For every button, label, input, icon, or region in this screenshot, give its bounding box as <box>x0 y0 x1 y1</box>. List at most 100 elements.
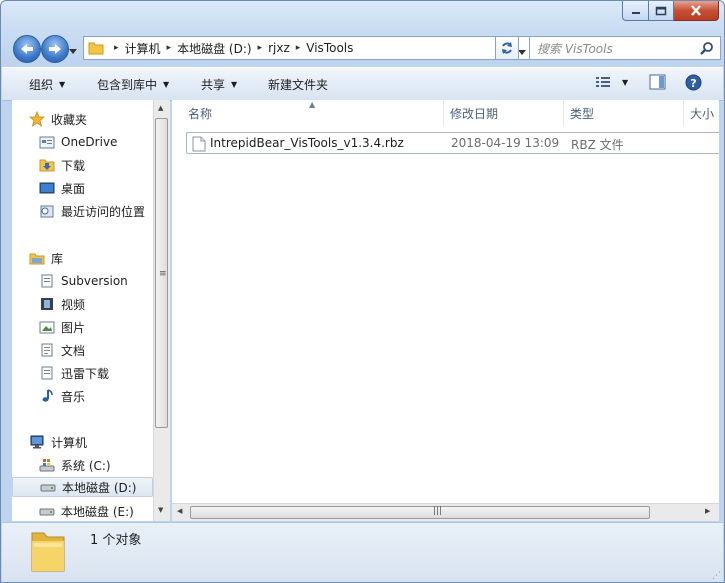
maximize-icon <box>655 6 667 15</box>
scroll-right-icon[interactable]: ▶ <box>705 507 710 515</box>
details-pane: 1 个对象 ⋰ <box>2 522 723 582</box>
system-drive-icon <box>39 457 55 473</box>
nav-item-pictures[interactable]: 图片 <box>39 317 153 337</box>
column-header-name[interactable]: 名称 <box>182 100 444 126</box>
change-view-button[interactable]: ▼ <box>595 75 628 89</box>
forward-button[interactable] <box>41 35 69 63</box>
nav-item-desktop[interactable]: 桌面 <box>39 178 153 198</box>
nav-item-drive-c[interactable]: 系统 (C:) <box>39 455 153 475</box>
search-icon[interactable] <box>700 41 714 55</box>
explorer-window: ▸ 计算机 ▸ 本地磁盘 (D:) ▸ rjxz ▸ VisTools 搜索 V… <box>0 0 725 583</box>
nav-item-label: 最近访问的位置 <box>61 204 146 219</box>
nav-item-music[interactable]: 音乐 <box>39 386 153 406</box>
breadcrumb-item-computer[interactable]: 计算机 <box>125 40 161 57</box>
column-header-label: 修改日期 <box>450 106 499 121</box>
maximize-button[interactable] <box>649 1 674 21</box>
back-button[interactable] <box>13 35 41 63</box>
file-type: RBZ 文件 <box>571 138 624 152</box>
column-header-type[interactable]: 类型 <box>564 100 684 126</box>
command-bar: 组织 ▼ 包含到库中 ▼ 共享 ▼ 新建文件夹 ▼ ? <box>2 67 723 101</box>
onedrive-icon <box>39 134 55 150</box>
nav-item-label: 系统 (C:) <box>61 458 111 473</box>
nav-item-documents[interactable]: 文档 <box>39 340 153 360</box>
file-name: IntrepidBear_VisTools_v1.3.4.rbz <box>210 136 404 150</box>
search-input[interactable]: 搜索 VisTools <box>530 40 700 57</box>
nav-item-label: OneDrive <box>61 135 118 149</box>
nav-item-drive-d[interactable]: 本地磁盘 (D:) <box>12 477 153 497</box>
computer-icon <box>29 434 45 450</box>
breadcrumb-separator-icon[interactable]: ▸ <box>167 43 172 53</box>
column-header-modified[interactable]: 修改日期 <box>444 100 564 126</box>
chevron-down-icon <box>518 50 526 55</box>
recent-pages-dropdown[interactable] <box>69 43 77 57</box>
chevron-down-icon: ▼ <box>622 77 629 87</box>
nav-item-label: 文档 <box>61 343 86 358</box>
breadcrumb: ▸ 计算机 ▸ 本地磁盘 (D:) ▸ rjxz ▸ VisTools <box>108 40 353 57</box>
close-button[interactable] <box>674 1 719 21</box>
minimize-button[interactable] <box>622 1 649 21</box>
file-modified: 2018-04-19 13:09 <box>451 136 560 150</box>
address-history-dropdown[interactable] <box>518 44 526 58</box>
breadcrumb-item-drive-d[interactable]: 本地磁盘 (D:) <box>177 40 251 57</box>
nav-item-downloads[interactable]: 下载 <box>39 155 153 175</box>
nav-computer[interactable]: 计算机 <box>29 432 153 452</box>
organize-button[interactable]: 组织 ▼ <box>29 76 65 93</box>
video-icon <box>39 296 55 312</box>
scroll-left-icon[interactable]: ◀ <box>177 507 182 515</box>
scroll-up-icon[interactable]: ▲ <box>158 104 163 112</box>
downloads-folder-icon <box>39 157 55 173</box>
nav-favorites[interactable]: 收藏夹 <box>29 109 153 129</box>
column-header-size[interactable]: 大小 <box>684 100 719 126</box>
scrollbar-thumb[interactable]: ≡ <box>155 118 168 428</box>
scrollbar-thumb[interactable]: ||| <box>190 506 650 519</box>
preview-pane-button[interactable] <box>649 74 666 90</box>
refresh-button[interactable] <box>495 36 519 60</box>
grip-icon: ||| <box>433 506 443 516</box>
nav-item-label: 音乐 <box>61 389 86 404</box>
nav-item-onedrive[interactable]: OneDrive <box>39 132 153 152</box>
breadcrumb-item-vistools[interactable]: VisTools <box>306 41 353 55</box>
breadcrumb-item-rjxz[interactable]: rjxz <box>268 41 290 55</box>
address-bar[interactable]: ▸ 计算机 ▸ 本地磁盘 (D:) ▸ rjxz ▸ VisTools <box>83 36 531 60</box>
recent-places-icon <box>39 203 55 219</box>
nav-libraries-label: 库 <box>51 251 64 266</box>
share-button[interactable]: 共享 ▼ <box>201 76 237 93</box>
include-in-library-label: 包含到库中 <box>97 78 158 92</box>
table-row[interactable]: IntrepidBear_VisTools_v1.3.4.rbz 2018-04… <box>186 132 719 154</box>
grip-icon: ≡ <box>159 269 167 279</box>
document-icon <box>39 342 55 358</box>
resize-grip-icon[interactable]: ⋰ <box>712 571 721 581</box>
forward-arrow-icon <box>49 44 61 54</box>
nav-item-label: 视频 <box>61 297 86 312</box>
nav-libraries[interactable]: 库 <box>29 248 153 268</box>
back-arrow-icon <box>21 44 33 54</box>
nav-item-videos[interactable]: 视频 <box>39 294 153 314</box>
close-icon <box>691 5 701 16</box>
column-header-label: 名称 <box>188 106 213 121</box>
minimize-icon <box>631 11 640 14</box>
file-icon <box>192 136 206 155</box>
hard-drive-icon <box>39 503 55 519</box>
navigation-pane-scrollbar[interactable]: ▲ ≡ ▼ <box>153 100 170 521</box>
nav-computer-label: 计算机 <box>51 435 88 450</box>
nav-favorites-label: 收藏夹 <box>51 112 88 127</box>
breadcrumb-separator-icon[interactable]: ▸ <box>296 43 301 53</box>
file-list-horizontal-scrollbar[interactable]: ◀ ||| ▶ <box>172 503 719 521</box>
nav-item-recent-places[interactable]: 最近访问的位置 <box>39 201 153 221</box>
document-library-icon <box>39 365 55 381</box>
new-folder-button[interactable]: 新建文件夹 <box>268 76 328 93</box>
scroll-down-icon[interactable]: ▼ <box>158 506 163 514</box>
nav-item-drive-e[interactable]: 本地磁盘 (E:) <box>39 501 153 521</box>
include-in-library-button[interactable]: 包含到库中 ▼ <box>97 76 169 93</box>
desktop-icon <box>39 180 55 196</box>
breadcrumb-separator-icon[interactable]: ▸ <box>258 43 263 53</box>
nav-item-label: 本地磁盘 (E:) <box>61 504 134 519</box>
nav-item-subversion[interactable]: Subversion <box>39 271 153 291</box>
chevron-down-icon <box>69 49 77 54</box>
search-box[interactable]: 搜索 VisTools <box>529 36 721 60</box>
nav-item-label: 迅雷下载 <box>61 366 110 381</box>
nav-item-xunlei-downloads[interactable]: 迅雷下载 <box>39 363 153 383</box>
column-header-label: 大小 <box>690 106 715 121</box>
help-button[interactable]: ? <box>685 74 702 91</box>
refresh-icon <box>502 42 512 54</box>
